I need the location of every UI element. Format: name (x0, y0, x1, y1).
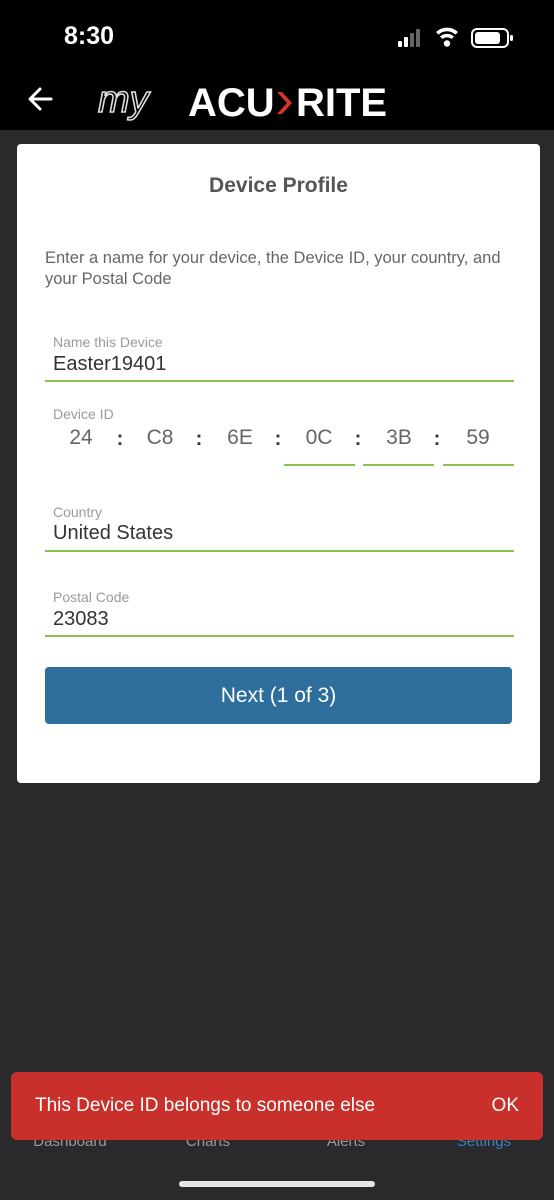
svg-text:ACU: ACU (188, 81, 275, 122)
page-title: Device Profile (209, 174, 348, 197)
app-header: my ACU RITE (0, 70, 554, 130)
battery-icon (471, 28, 513, 48)
status-time: 8:30 (64, 22, 115, 50)
status-bar: 8:30 (0, 0, 554, 70)
instructions-text: Enter a name for your device, the Device… (45, 249, 501, 288)
device-id-segment-5-underline (363, 464, 434, 466)
device-id-separator: : (433, 428, 441, 450)
svg-text:my: my (98, 79, 151, 121)
home-indicator[interactable] (179, 1181, 375, 1187)
status-icons (398, 26, 518, 48)
svg-text:RITE: RITE (296, 81, 387, 122)
device-id-segment-4[interactable]: 0C (283, 426, 355, 450)
toast-message: This Device ID belongs to someone else (35, 1095, 376, 1116)
country-field-label: Country (53, 504, 103, 520)
error-toast: This Device ID belongs to someone else O… (11, 1072, 543, 1140)
back-arrow-icon[interactable] (24, 82, 58, 116)
device-id-segment-3[interactable]: 6E (204, 426, 276, 450)
device-id-segment-2[interactable]: C8 (124, 426, 196, 450)
name-field-underline (45, 380, 514, 382)
device-id-segment-4-underline (284, 464, 355, 466)
postal-code-input[interactable]: 23083 (53, 608, 109, 631)
device-id-segment-5[interactable]: 3B (363, 426, 435, 450)
device-id-segment-1[interactable]: 24 (45, 426, 117, 450)
next-button[interactable]: Next (1 of 3) (45, 667, 512, 724)
country-field-underline (45, 550, 514, 552)
device-id-segment-6-underline (443, 464, 514, 466)
acurite-logo: my ACU RITE (96, 78, 460, 125)
device-id-label: Device ID (53, 406, 114, 422)
cellular-signal-icon (398, 29, 420, 47)
toast-ok-button[interactable]: OK (492, 1095, 519, 1117)
country-field-input[interactable]: United States (53, 522, 173, 545)
device-id-separator: : (195, 428, 203, 450)
name-field-label: Name this Device (53, 334, 163, 350)
name-field-input[interactable]: Easter19401 (53, 353, 166, 376)
wifi-icon (436, 27, 458, 47)
device-id-separator: : (354, 428, 362, 450)
device-id-segment-6[interactable]: 59 (442, 426, 514, 450)
device-id-separator: : (274, 428, 282, 450)
postal-code-label: Postal Code (53, 589, 130, 605)
device-profile-card: Device Profile Enter a name for your dev… (17, 144, 540, 783)
postal-code-underline (45, 635, 514, 637)
